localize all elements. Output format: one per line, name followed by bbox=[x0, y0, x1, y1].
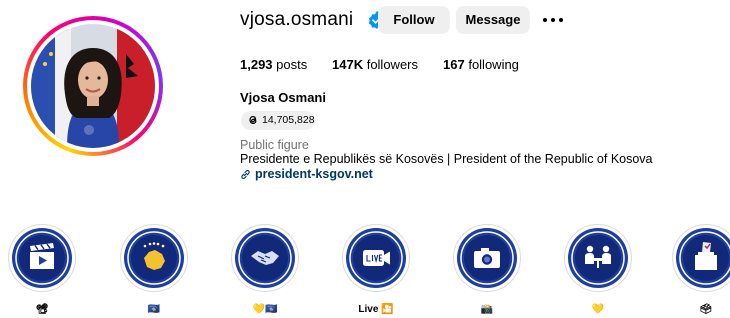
link-text: president-ksgov.net bbox=[255, 167, 373, 181]
following-label: following bbox=[468, 57, 519, 72]
following-count[interactable]: 167 following bbox=[443, 57, 519, 73]
full-name: Vjosa Osmani bbox=[240, 90, 326, 105]
people-meeting-icon bbox=[568, 228, 628, 288]
followers-count[interactable]: 147K followers bbox=[332, 57, 418, 73]
ballot-box-icon bbox=[676, 228, 730, 288]
avatar-photo bbox=[31, 24, 155, 148]
highlight-label: 🗳 bbox=[699, 304, 713, 315]
highlight-item[interactable]: 📽 bbox=[5, 222, 79, 316]
kosovo-map-icon bbox=[124, 228, 184, 288]
profile-avatar[interactable] bbox=[23, 16, 163, 156]
more-options-icon[interactable] bbox=[542, 16, 564, 24]
category-label: Public figure bbox=[240, 138, 309, 152]
highlight-cover-ring bbox=[672, 224, 730, 292]
highlight-item[interactable]: Live 🎦 bbox=[339, 222, 413, 316]
posts-label: posts bbox=[276, 57, 308, 72]
highlight-cover-ring bbox=[8, 224, 76, 292]
username: vjosa.osmani bbox=[240, 9, 354, 30]
follow-button[interactable]: Follow bbox=[378, 6, 450, 34]
highlight-cover-ring bbox=[231, 224, 299, 292]
highlight-item[interactable]: 🗳 bbox=[669, 222, 730, 316]
followers-label: followers bbox=[366, 57, 418, 72]
highlight-label: Live 🎦 bbox=[358, 304, 394, 315]
camera-icon bbox=[457, 228, 517, 288]
message-button[interactable]: Message bbox=[456, 6, 530, 34]
threads-badge[interactable]: 14,705,828 bbox=[241, 111, 315, 130]
handshake-icon bbox=[235, 228, 295, 288]
following-value: 167 bbox=[443, 57, 465, 72]
highlight-item[interactable]: 🇽🇰 bbox=[117, 222, 191, 316]
threads-count: 14,705,828 bbox=[262, 114, 315, 126]
highlight-item[interactable]: 📸 bbox=[450, 222, 524, 316]
highlight-label: 💛 bbox=[591, 304, 605, 315]
highlight-cover-ring bbox=[564, 224, 632, 292]
avatar-inner-ring bbox=[27, 20, 159, 152]
posts-count: 1,293 posts bbox=[240, 57, 307, 73]
posts-value: 1,293 bbox=[240, 57, 273, 72]
highlight-cover-ring bbox=[342, 224, 410, 292]
highlight-label: 🇽🇰 bbox=[147, 304, 161, 315]
highlight-label: 💛🇽🇰 bbox=[252, 304, 278, 315]
highlight-label: 📽 bbox=[35, 304, 49, 315]
followers-value: 147K bbox=[332, 57, 364, 72]
highlight-item[interactable]: 💛 bbox=[561, 222, 635, 316]
link-icon bbox=[241, 170, 250, 179]
highlight-item[interactable]: 💛🇽🇰 bbox=[228, 222, 302, 316]
highlight-label: 📸 bbox=[480, 304, 494, 315]
threads-icon bbox=[249, 115, 257, 125]
highlight-cover-ring bbox=[453, 224, 521, 292]
clapperboard-icon bbox=[12, 228, 72, 288]
highlight-cover-ring bbox=[120, 224, 188, 292]
live-camera-icon bbox=[346, 228, 406, 288]
bio-text: Presidente e Republikës së Kosovës | Pre… bbox=[240, 152, 653, 166]
